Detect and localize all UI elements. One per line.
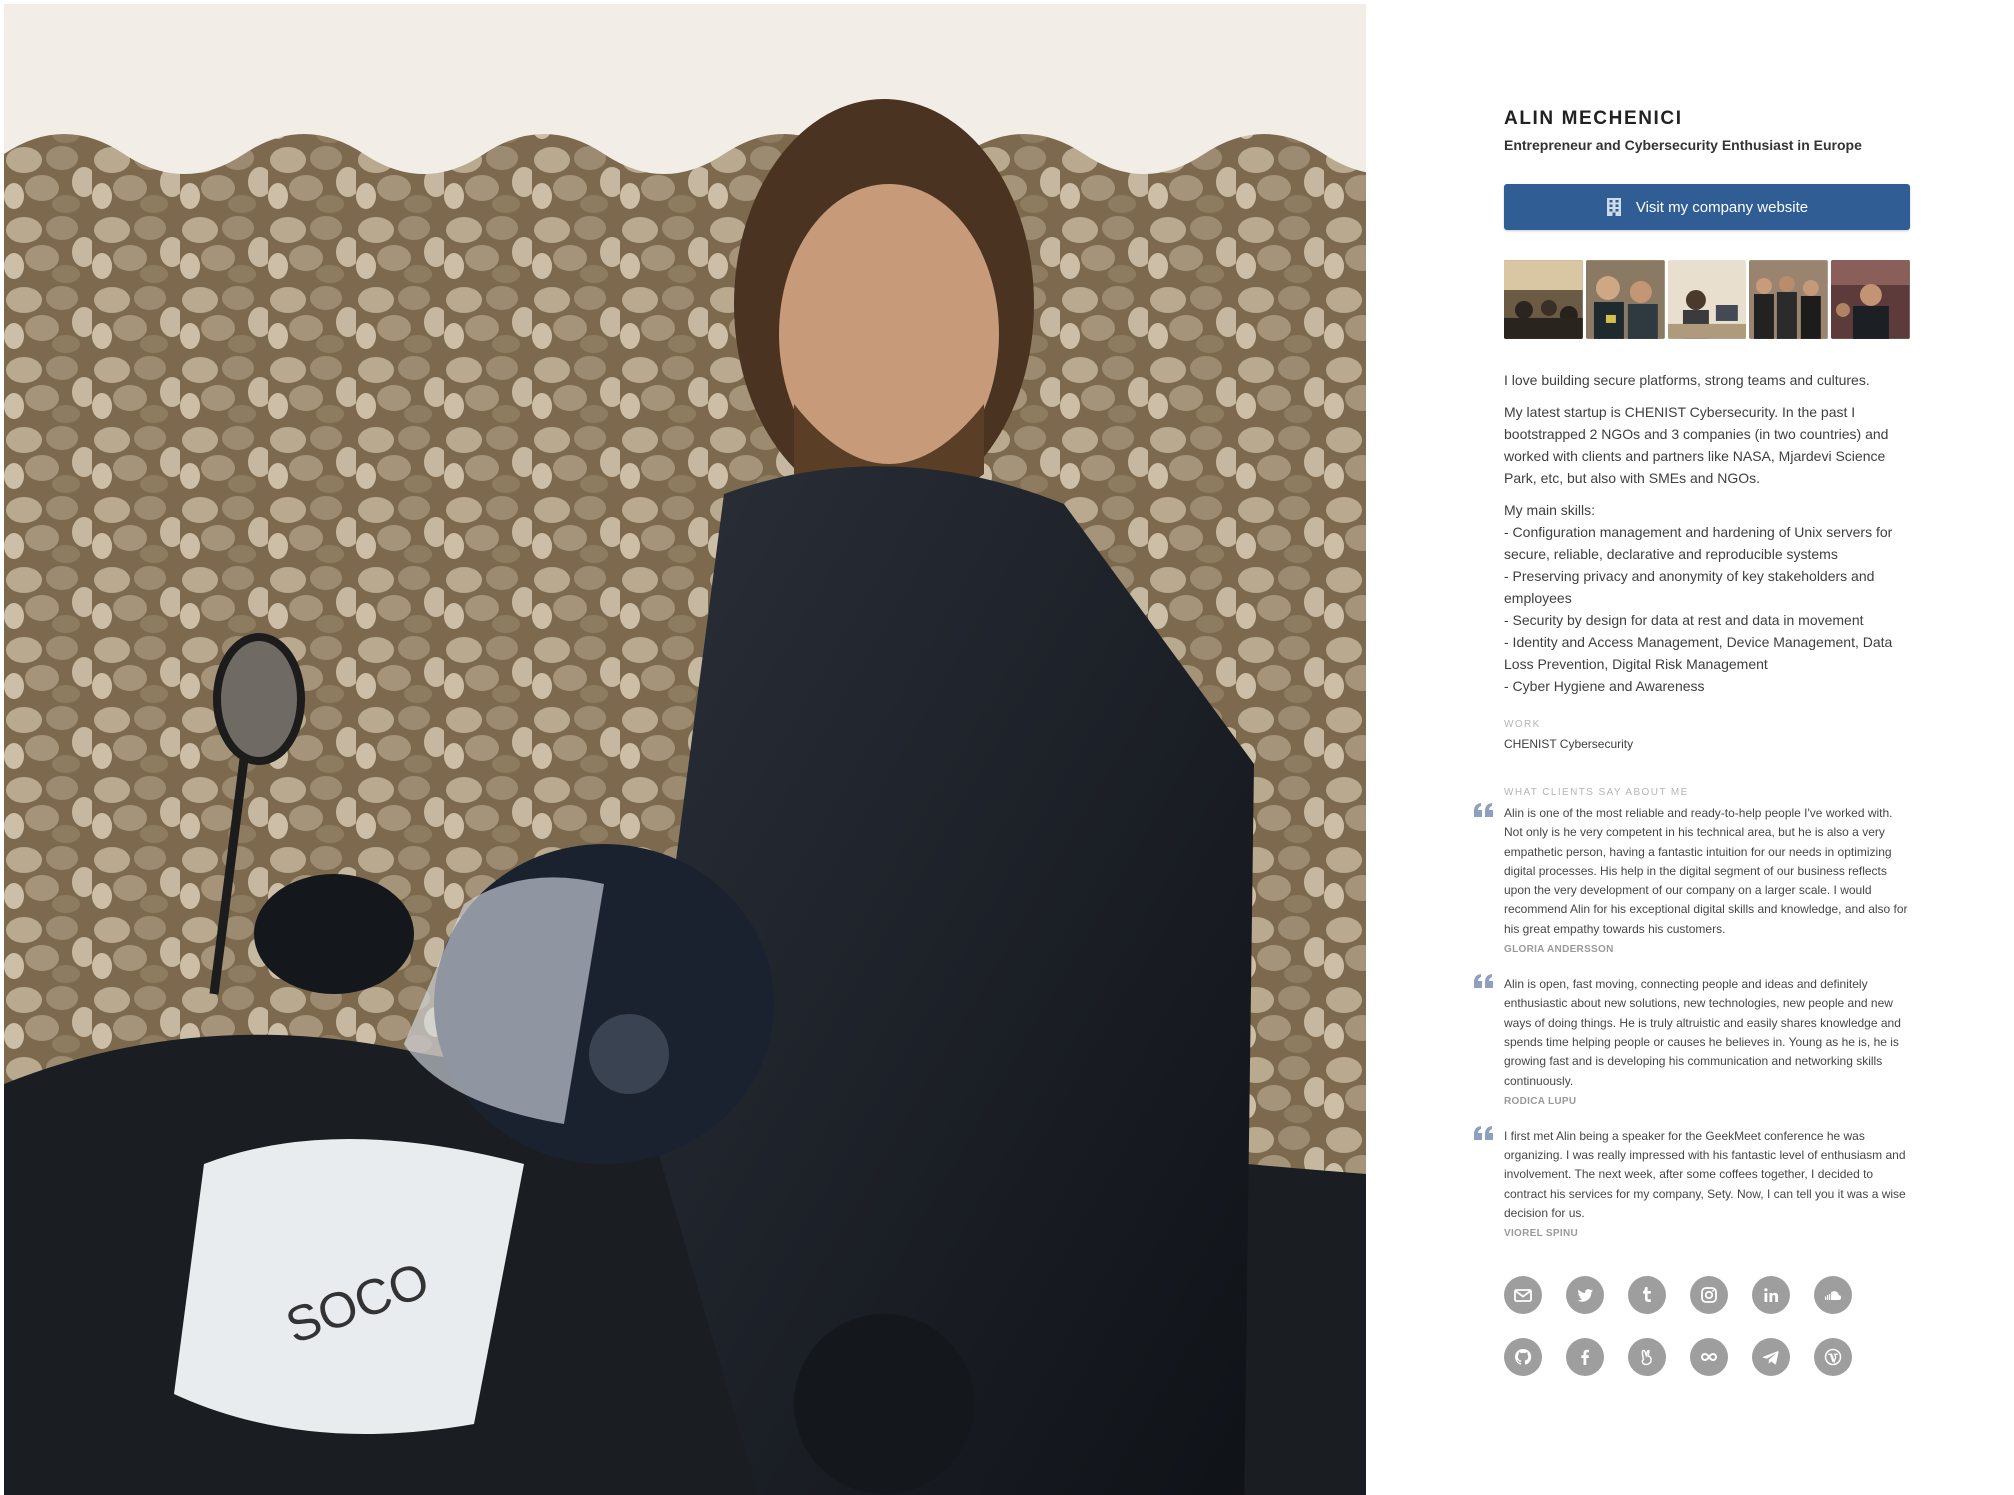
wordpress-icon	[1824, 1349, 1842, 1366]
work-label: WORK	[1504, 719, 1541, 730]
quote-icon	[1474, 974, 1494, 989]
github-icon	[1514, 1349, 1532, 1365]
testimonial-author: GLORIA ANDERSSON	[1504, 944, 1614, 956]
wordpress-link[interactable]	[1814, 1338, 1852, 1377]
gallery-photo-3[interactable]	[1667, 260, 1747, 339]
building-icon	[1606, 198, 1622, 216]
gallery-photo-2[interactable]	[1585, 260, 1665, 339]
telegram-link[interactable]	[1752, 1338, 1790, 1377]
social-links	[1504, 1276, 1910, 1377]
quote-icon	[1474, 803, 1494, 817]
email-link[interactable]	[1504, 1276, 1542, 1315]
visit-website-button[interactable]: Visit my company website	[1504, 184, 1910, 230]
photo-gallery	[1504, 260, 1910, 339]
testimonial-text: Alin is open, fast moving, connecting pe…	[1504, 977, 1901, 1088]
twitter-icon	[1577, 1289, 1593, 1303]
tumblr-link[interactable]	[1628, 1276, 1666, 1315]
email-icon	[1514, 1289, 1532, 1303]
skill-item: - Configuration management and hardening…	[1504, 524, 1893, 562]
tumblr-icon	[1643, 1287, 1651, 1303]
instagram-icon	[1701, 1287, 1717, 1304]
work-section: WORK CHENIST Cybersecurity	[1504, 719, 1910, 751]
skills-list: My main skills: - Configuration manageme…	[1504, 499, 1910, 697]
instagram-link[interactable]	[1690, 1276, 1728, 1315]
profile-photo: SOCO	[4, 4, 1366, 1495]
infinity-icon	[1701, 1353, 1717, 1362]
testimonials-label: WHAT CLIENTS SAY ABOUT ME	[1504, 787, 1689, 798]
soundcloud-link[interactable]	[1814, 1276, 1852, 1315]
visit-website-label: Visit my company website	[1635, 198, 1809, 216]
testimonial-author: VIOREL SPINU	[1504, 1228, 1578, 1240]
profile-tagline: Entrepreneur and Cybersecurity Enthusias…	[1504, 137, 1862, 153]
telegram-icon	[1762, 1351, 1779, 1365]
testimonial-text: I first met Alin being a speaker for the…	[1504, 1128, 1906, 1221]
facebook-link[interactable]	[1566, 1338, 1604, 1377]
testimonial-text: Alin is one of the most reliable and rea…	[1504, 806, 1908, 936]
skill-item: - Identity and Access Management, Device…	[1504, 634, 1893, 672]
gallery-photo-4[interactable]	[1749, 260, 1829, 339]
bio-startup: My latest startup is CHENIST Cybersecuri…	[1504, 404, 1889, 486]
bio: I love building secure platforms, strong…	[1504, 369, 1910, 697]
linkedin-icon	[1764, 1288, 1778, 1303]
soundcloud-icon	[1825, 1291, 1842, 1301]
testimonial: Alin is open, fast moving, connecting pe…	[1474, 974, 1910, 1107]
skill-item: - Cyber Hygiene and Awareness	[1504, 678, 1705, 694]
angellist-link[interactable]	[1628, 1338, 1666, 1377]
work-value: CHENIST Cybersecurity	[1504, 737, 1634, 751]
quote-icon	[1474, 1125, 1494, 1140]
linkedin-link[interactable]	[1752, 1276, 1790, 1315]
testimonial: I first met Alin being a speaker for the…	[1474, 1125, 1910, 1240]
bio-intro: I love building secure platforms, strong…	[1504, 372, 1870, 388]
profile-panel: ALIN MECHENICI Entrepreneur and Cybersec…	[1474, 108, 1910, 1377]
gallery-photo-5[interactable]	[1831, 260, 1910, 339]
testimonial-author: RODICA LUPU	[1504, 1095, 1577, 1107]
twitter-link[interactable]	[1566, 1276, 1604, 1315]
github-link[interactable]	[1504, 1338, 1542, 1377]
skill-item: - Security by design for data at rest an…	[1504, 612, 1864, 628]
facebook-icon	[1581, 1350, 1589, 1366]
skills-heading: My main skills:	[1504, 502, 1596, 518]
profile-name: ALIN MECHENICI	[1504, 108, 1683, 129]
angellist-icon	[1641, 1350, 1652, 1366]
skill-item: - Preserving privacy and anonymity of ke…	[1504, 568, 1875, 606]
gallery-photo-1[interactable]	[1504, 260, 1583, 339]
testimonial: Alin is one of the most reliable and rea…	[1474, 803, 1910, 956]
infinity-link[interactable]	[1690, 1338, 1728, 1377]
